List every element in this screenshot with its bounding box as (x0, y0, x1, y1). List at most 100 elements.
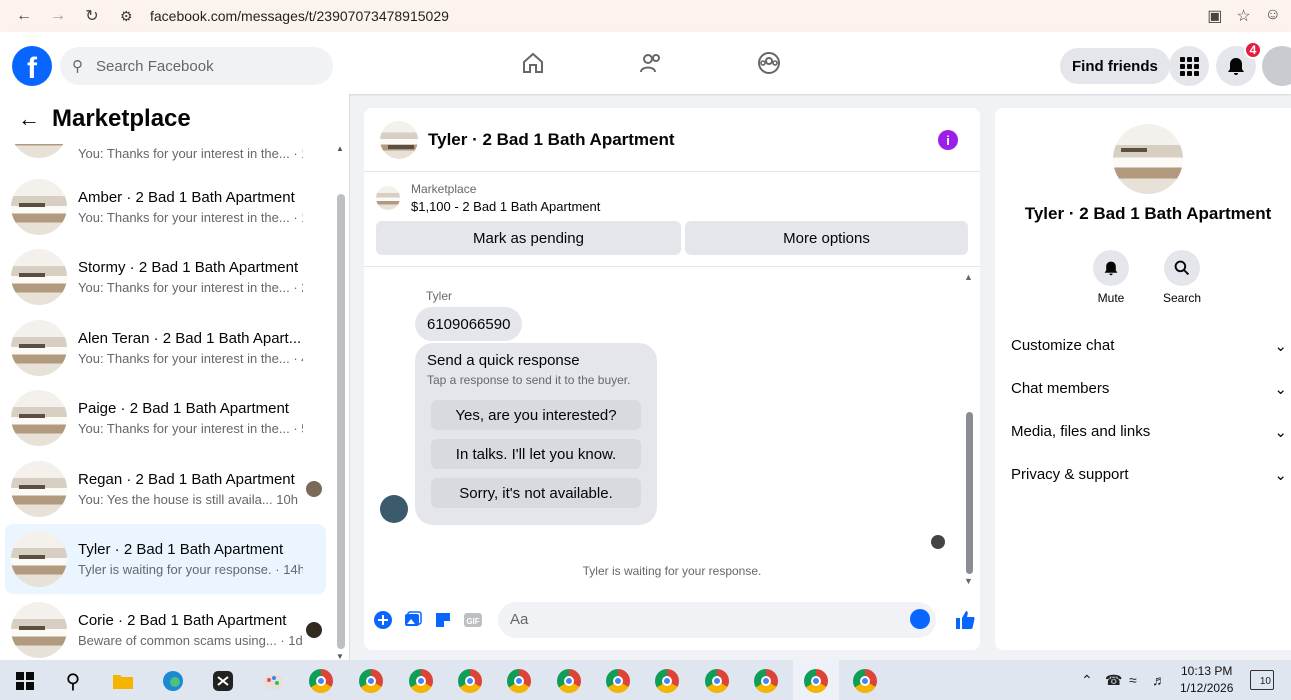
chrome-icon[interactable] (308, 668, 334, 694)
wifi-icon[interactable]: ≈ (1129, 672, 1137, 688)
conversation-name: Corie · 2 Bad 1 Bath Apartment (78, 612, 287, 629)
marketplace-listing[interactable]: Marketplace $1,100 - 2 Bad 1 Bath Apartm… (376, 182, 600, 214)
notification-center-count: 10 (1259, 676, 1271, 687)
taskbar-clock[interactable]: 10:13 PM 1/12/2026 (1180, 663, 1233, 697)
message-bubble[interactable]: 6109066590 (415, 307, 523, 341)
paint-icon[interactable] (260, 668, 286, 694)
info-icon[interactable]: i (938, 130, 958, 150)
chrome-profile-icon[interactable] (654, 668, 680, 694)
scrollbar-thumb[interactable] (337, 194, 345, 649)
url-text: facebook.com/messages/t/2390707347891502… (150, 8, 449, 24)
chrome-profile-icon[interactable] (605, 668, 631, 694)
media-files-section[interactable]: Media, files and links ⌄ (1011, 423, 1287, 441)
sidebar-scrollbar[interactable]: ▲ ▼ (336, 96, 345, 661)
conversation-item[interactable]: Regan · 2 Bad 1 Bath Apartment You: Yes … (5, 454, 326, 524)
search-in-chat-button[interactable]: Search (1152, 250, 1212, 305)
forward-arrow-icon[interactable]: → (48, 6, 68, 26)
file-explorer-icon[interactable] (110, 668, 136, 694)
search-icon: ⚲ (72, 58, 83, 75)
account-avatar[interactable] (1262, 46, 1291, 86)
home-icon[interactable] (520, 50, 546, 76)
plus-icon[interactable] (372, 609, 394, 631)
message-input[interactable]: Aa (498, 602, 936, 638)
chrome-profile-icon[interactable] (753, 668, 779, 694)
facebook-logo[interactable]: f (12, 46, 52, 86)
quick-response-option[interactable]: In talks. I'll let you know. (431, 439, 641, 469)
conversation-time: 10h (276, 492, 298, 507)
chevron-down-icon: ⌄ (1274, 424, 1287, 441)
gif-icon[interactable]: GIF (462, 609, 484, 631)
quick-response-option[interactable]: Yes, are you interested? (431, 400, 641, 430)
notifications-button[interactable]: 4 (1216, 41, 1262, 86)
conversation-name: Stormy · 2 Bad 1 Bath Apartment (78, 259, 299, 276)
bell-icon (1228, 58, 1244, 75)
bookmark-star-icon[interactable]: ☆ (1236, 6, 1250, 26)
taskbar-search-icon[interactable]: ⚲ (60, 668, 86, 694)
chat-header[interactable]: Tyler · 2 Bad 1 Bath Apartment i (364, 108, 980, 172)
profile-icon[interactable]: ☺ (1265, 6, 1281, 26)
chrome-profile-icon-active[interactable] (803, 668, 829, 694)
chrome-profile-icon[interactable] (408, 668, 434, 694)
sender-avatar[interactable] (380, 495, 408, 523)
conversation-item[interactable]: Corie · 2 Bad 1 Bath Apartment Beware of… (5, 595, 326, 660)
chat-scrollbar[interactable]: ▲ ▼ (964, 272, 974, 586)
conversation-item-active[interactable]: Tyler · 2 Bad 1 Bath Apartment Tyler is … (5, 524, 326, 594)
chrome-profile-icon[interactable] (852, 668, 878, 694)
scroll-up-icon[interactable]: ▲ (336, 144, 344, 153)
conversation-name: Alen Teran · 2 Bad 1 Bath Apart... (78, 330, 302, 347)
chrome-profile-icon[interactable] (704, 668, 730, 694)
thumbs-up-icon[interactable] (954, 609, 976, 631)
more-options-button[interactable]: More options (685, 221, 968, 255)
marketplace-label: Marketplace (411, 182, 477, 196)
tray-chevron-up-icon[interactable]: ⌃ (1081, 672, 1093, 689)
chrome-profile-icon[interactable] (506, 668, 532, 694)
conversation-item[interactable]: Paige · 2 Bad 1 Bath Apartment You: Than… (5, 383, 326, 453)
scrollbar-thumb[interactable] (966, 412, 973, 574)
bell-icon (1104, 261, 1118, 276)
mark-pending-button[interactable]: Mark as pending (376, 221, 681, 255)
conversation-item[interactable]: Alen Teran · 2 Bad 1 Bath Apart... You: … (5, 313, 326, 383)
notification-badge: 4 (1244, 41, 1262, 59)
install-app-icon[interactable]: ▣ (1207, 6, 1222, 26)
conversation-name: Paige · 2 Bad 1 Bath Apartment (78, 400, 289, 417)
search-input[interactable]: ⚲ Search Facebook (60, 47, 333, 85)
conversation-item[interactable]: Stormy · 2 Bad 1 Bath Apartment You: Tha… (5, 242, 326, 312)
chrome-profile-icon[interactable] (556, 668, 582, 694)
emoji-icon[interactable] (910, 609, 930, 629)
conversation-time: 2m (301, 280, 303, 295)
conversation-name: Tyler · 2 Bad 1 Bath Apartment (78, 541, 284, 558)
privacy-support-section[interactable]: Privacy & support ⌄ (1011, 466, 1287, 484)
find-friends-button[interactable]: Find friends (1060, 48, 1170, 84)
chat-members-section[interactable]: Chat members ⌄ (1011, 380, 1287, 398)
snipping-tool-icon[interactable] (210, 668, 236, 694)
back-arrow-icon[interactable]: ← (14, 6, 34, 26)
conversation-name: Regan · 2 Bad 1 Bath Apartment (78, 471, 295, 488)
listing-thumbnail (11, 461, 67, 517)
chrome-profile-icon[interactable] (457, 668, 483, 694)
mute-button[interactable]: Mute (1081, 250, 1141, 305)
customize-chat-section[interactable]: Customize chat ⌄ (1011, 337, 1287, 355)
sticker-icon[interactable] (432, 609, 454, 631)
photo-icon[interactable] (402, 609, 424, 631)
menu-grid-button[interactable] (1169, 46, 1209, 86)
conversation-item[interactable]: Amber · 2 Bad 1 Bath Apartment You: Than… (5, 172, 326, 242)
volume-icon[interactable]: ♬ (1152, 672, 1166, 688)
section-label: Media, files and links (1011, 423, 1151, 440)
scroll-up-icon[interactable]: ▲ (964, 272, 973, 282)
address-bar[interactable]: ⚙ facebook.com/messages/t/23907073478915… (112, 3, 1244, 29)
chrome-profile-icon[interactable] (358, 668, 384, 694)
back-arrow-icon[interactable]: ← (18, 106, 42, 132)
site-info-icon[interactable]: ⚙ (120, 8, 140, 25)
details-title: Tyler · 2 Bad 1 Bath Apartment (1024, 204, 1272, 223)
scroll-down-icon[interactable]: ▼ (964, 576, 973, 586)
notification-center-icon[interactable]: 10 (1250, 670, 1274, 690)
groups-icon[interactable] (756, 50, 782, 76)
quick-response-option[interactable]: Sorry, it's not available. (431, 478, 641, 508)
conversation-preview: You: Thanks for your interest in the... (78, 145, 290, 161)
sender-avatar (306, 622, 322, 638)
friends-icon[interactable] (638, 50, 664, 76)
reload-icon[interactable]: ↻ (82, 6, 102, 26)
windows-start-icon[interactable] (12, 668, 38, 694)
meet-now-icon[interactable]: ☎ (1105, 672, 1122, 689)
edge-icon[interactable] (160, 668, 186, 694)
